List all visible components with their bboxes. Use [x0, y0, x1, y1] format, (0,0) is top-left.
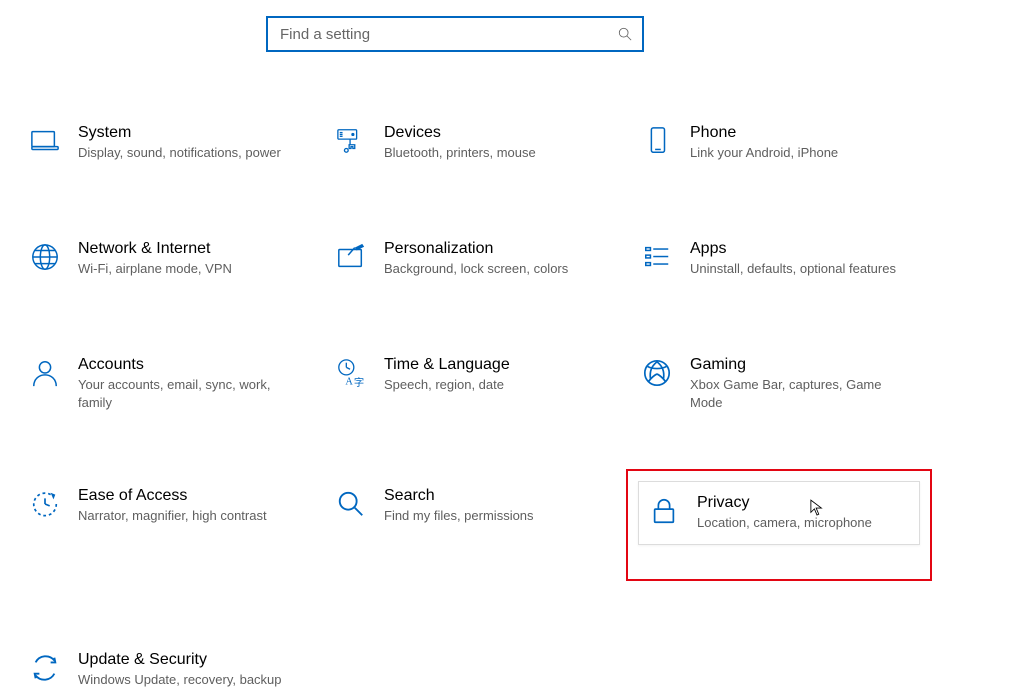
- tile-system[interactable]: System Display, sound, notifications, po…: [26, 118, 306, 170]
- tile-title: Update & Security: [78, 651, 290, 669]
- tile-time-language[interactable]: A 字 Time & Language Speech, region, date: [332, 350, 612, 417]
- search-container: [0, 0, 1017, 52]
- svg-text:A: A: [345, 376, 353, 387]
- tile-desc: Display, sound, notifications, power: [78, 144, 290, 162]
- system-icon: [30, 124, 78, 156]
- tile-desc: Narrator, magnifier, high contrast: [78, 507, 290, 525]
- tile-desc: Background, lock screen, colors: [384, 260, 596, 278]
- search-box[interactable]: [266, 16, 644, 52]
- tile-title: System: [78, 124, 290, 142]
- network-icon: [30, 240, 78, 272]
- privacy-highlight: Privacy Location, camera, microphone: [626, 469, 932, 581]
- tile-desc: Uninstall, defaults, optional features: [690, 260, 902, 278]
- tile-title: Personalization: [384, 240, 596, 258]
- tile-title: Gaming: [690, 356, 902, 374]
- search-icon: [618, 27, 632, 41]
- tile-desc: Wi-Fi, airplane mode, VPN: [78, 260, 290, 278]
- tile-title: Phone: [690, 124, 902, 142]
- tile-network[interactable]: Network & Internet Wi-Fi, airplane mode,…: [26, 234, 306, 286]
- tile-accounts[interactable]: Accounts Your accounts, email, sync, wor…: [26, 350, 306, 417]
- phone-icon: [642, 124, 690, 156]
- tile-title: Accounts: [78, 356, 290, 374]
- tile-title: Devices: [384, 124, 596, 142]
- personalization-icon: [336, 240, 384, 272]
- apps-icon: [642, 240, 690, 272]
- tile-desc: Your accounts, email, sync, work, family: [78, 376, 290, 411]
- tile-title: Apps: [690, 240, 902, 258]
- time-language-icon: A 字: [336, 356, 384, 388]
- tile-desc: Windows Update, recovery, backup: [78, 671, 290, 689]
- settings-grid: System Display, sound, notifications, po…: [0, 118, 1017, 697]
- tile-title: Search: [384, 487, 596, 505]
- tile-privacy[interactable]: Privacy Location, camera, microphone: [638, 481, 920, 545]
- tile-devices[interactable]: Devices Bluetooth, printers, mouse: [332, 118, 612, 170]
- svg-text:字: 字: [354, 376, 364, 388]
- tile-title: Network & Internet: [78, 240, 290, 258]
- tile-search[interactable]: Search Find my files, permissions: [332, 481, 612, 581]
- tile-title: Privacy: [697, 494, 901, 512]
- tile-title: Ease of Access: [78, 487, 290, 505]
- update-security-icon: [30, 651, 78, 683]
- accounts-icon: [30, 356, 78, 388]
- tile-desc: Speech, region, date: [384, 376, 596, 394]
- search-input[interactable]: [280, 26, 618, 43]
- tile-desc: Find my files, permissions: [384, 507, 596, 525]
- privacy-icon: [649, 494, 697, 526]
- tile-ease-of-access[interactable]: Ease of Access Narrator, magnifier, high…: [26, 481, 306, 581]
- ease-of-access-icon: [30, 487, 78, 519]
- tile-desc: Location, camera, microphone: [697, 514, 901, 532]
- tile-title: Time & Language: [384, 356, 596, 374]
- devices-icon: [336, 124, 384, 156]
- tile-desc: Link your Android, iPhone: [690, 144, 902, 162]
- gaming-icon: [642, 356, 690, 388]
- tile-personalization[interactable]: Personalization Background, lock screen,…: [332, 234, 612, 286]
- tile-phone[interactable]: Phone Link your Android, iPhone: [638, 118, 918, 170]
- tile-desc: Xbox Game Bar, captures, Game Mode: [690, 376, 902, 411]
- tile-desc: Bluetooth, printers, mouse: [384, 144, 596, 162]
- tile-update-security[interactable]: Update & Security Windows Update, recove…: [26, 645, 306, 697]
- tile-gaming[interactable]: Gaming Xbox Game Bar, captures, Game Mod…: [638, 350, 918, 417]
- search-category-icon: [336, 487, 384, 519]
- tile-apps[interactable]: Apps Uninstall, defaults, optional featu…: [638, 234, 918, 286]
